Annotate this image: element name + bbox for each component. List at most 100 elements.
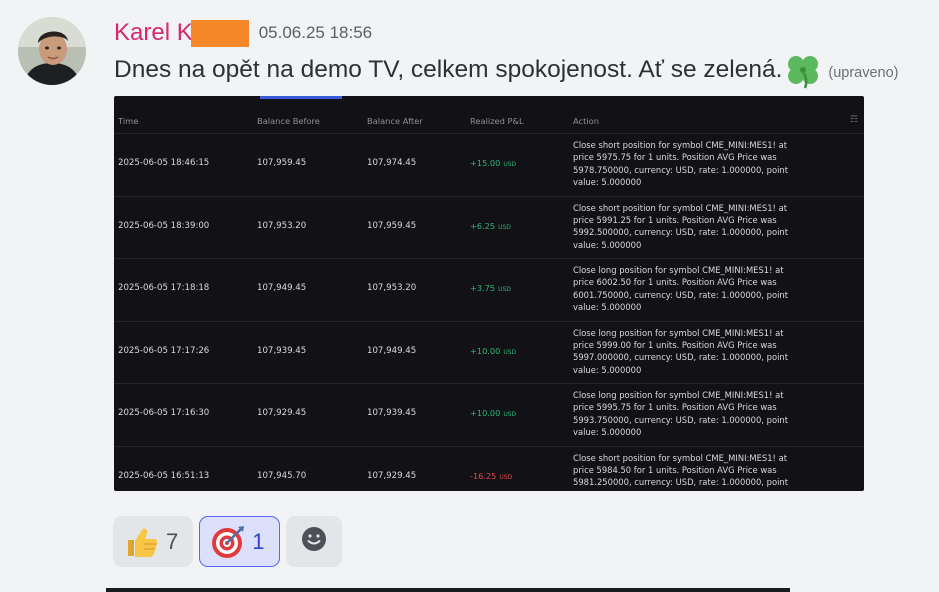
cell-balance-before: 107,945.70 — [257, 470, 307, 481]
cell-balance-after: 107,949.45 — [367, 345, 417, 356]
header-action: Action — [573, 116, 599, 126]
cell-balance-after: 107,929.45 — [367, 470, 417, 481]
header-balance-after: Balance After — [367, 116, 423, 126]
avatar[interactable] — [18, 17, 86, 85]
cell-time: 2025-06-05 17:18:18 — [118, 283, 210, 293]
action-line: Close long position for symbol CME_MINI:… — [573, 265, 784, 275]
four-leaf-clover-icon — [784, 51, 822, 89]
action-line: price 5991.25 for 1 units. Position AVG … — [573, 214, 777, 225]
action-line: Close long position for symbol CME_MINI:… — [573, 327, 784, 338]
reaction-thumbs-up[interactable]: 7 — [113, 516, 194, 567]
cell-balance-before: 107,939.45 — [257, 345, 307, 356]
direct-hit-icon — [210, 524, 246, 560]
reaction-bar: 7 1 — [113, 516, 342, 567]
action-line: Close short position for symbol CME_MINI… — [573, 202, 787, 213]
add-reaction-button[interactable] — [285, 516, 342, 567]
thumbs-up-icon — [124, 524, 160, 560]
action-line: value: 5.000000 — [573, 364, 642, 375]
pnl-value: +10.00 — [470, 345, 501, 356]
pnl-value: +3.75 — [470, 283, 496, 293]
table-row: 2025-06-05 18:39:00 107,953.20 107,959.45 +… — [114, 195, 864, 258]
action-line: price 5995.75 for 1 units. Position AVG … — [573, 402, 777, 413]
action-line: price 6002.50 for 1 units. Position AVG … — [573, 277, 777, 288]
cell-balance-before: 107,959.45 — [257, 158, 307, 168]
action-line: value: 5.000000 — [573, 177, 642, 188]
pnl-currency: USD — [498, 223, 511, 231]
redaction-box — [190, 19, 249, 47]
cell-time: 2025-06-05 16:51:13 — [118, 470, 210, 481]
reaction-count: 7 — [166, 528, 179, 554]
action-line: price 5984.50 for 1 units. Position AVG … — [573, 464, 777, 475]
cell-time: 2025-06-05 17:17:26 — [118, 345, 210, 356]
cell-balance-after: 107,974.45 — [367, 158, 417, 168]
action-line: price 5999.00 for 1 units. Position AVG … — [573, 339, 777, 350]
cell-action: Close long position for symbol CME_MINI:… — [573, 264, 813, 314]
pnl-currency: USD — [503, 161, 517, 168]
cell-realized-pnl: +6.25 USD — [470, 221, 511, 231]
message-timestamp: 05.06.25 18:56 — [258, 23, 373, 42]
action-line: Close short position for symbol CME_MINI… — [573, 140, 787, 150]
action-line: 5981.250000, currency: USD, rate: 1.0000… — [573, 477, 788, 488]
pnl-value: +15.00 — [470, 158, 501, 168]
cell-action: Close short position for symbol CME_MINI… — [573, 139, 813, 189]
table-row: 2025-06-05 17:17:26 107,939.45 107,949.45 +… — [114, 320, 864, 383]
table-row: 2025-06-05 17:18:18 107,949.45 107,953.20 +… — [114, 258, 864, 320]
pnl-currency: USD — [499, 473, 513, 481]
cell-action: Close short position for symbol CME_MINI… — [573, 202, 813, 252]
action-line: 5993.750000, currency: USD, rate: 1.0000… — [573, 414, 788, 425]
author-name[interactable]: Karel K — [114, 19, 193, 47]
action-line: Close short position for symbol CME_MINI… — [573, 452, 787, 463]
message-header: Karel K 05.06.25 18:56 — [114, 18, 372, 48]
cell-time: 2025-06-05 18:39:00 — [118, 220, 210, 231]
header-time: Time — [118, 116, 139, 126]
pnl-currency: USD — [503, 411, 517, 418]
cell-realized-pnl: +10.00 USD — [470, 408, 516, 418]
column-settings-icon: ☶ — [850, 114, 859, 124]
action-line: value: 5.000000 — [573, 427, 642, 438]
header-balance-before: Balance Before — [257, 116, 320, 126]
cell-balance-before: 107,929.45 — [257, 408, 307, 418]
cell-balance-before: 107,953.20 — [257, 220, 307, 231]
action-line: 5992.500000, currency: USD, rate: 1.0000… — [573, 227, 788, 238]
action-line: 5997.000000, currency: USD, rate: 1.0000… — [573, 352, 788, 363]
cell-time: 2025-06-05 17:16:30 — [118, 408, 210, 418]
pnl-currency: USD — [498, 286, 511, 293]
cell-realized-pnl: +3.75 USD — [470, 283, 511, 293]
cell-action: Close long position for symbol CME_MINI:… — [573, 389, 813, 439]
selected-tab-indicator — [260, 96, 342, 99]
pnl-currency: USD — [503, 348, 517, 356]
message-content: Dnes na opět na demo TV, celkem spokojen… — [114, 50, 899, 90]
header-realized-pnl: Realized P&L — [470, 116, 524, 126]
message-text: Dnes na opět na demo TV, celkem spokojen… — [114, 56, 783, 83]
action-line: price 5975.75 for 1 units. Position AVG … — [573, 152, 777, 163]
table-row: 2025-06-05 16:51:13 107,945.70 107,929.45 -… — [114, 445, 864, 492]
cell-balance-before: 107,949.45 — [257, 283, 307, 293]
next-image-attachment[interactable] — [106, 588, 790, 592]
action-line: value: 5.000000 — [573, 302, 642, 313]
action-line: 6001.750000, currency: USD, rate: 1.0000… — [573, 289, 788, 300]
pnl-value: -16.25 — [470, 470, 497, 481]
cell-realized-pnl: -16.25 USD — [470, 471, 512, 481]
action-line: Close long position for symbol CME_MINI:… — [573, 390, 784, 400]
reaction-count: 1 — [252, 528, 265, 554]
action-line: 5978.750000, currency: USD, rate: 1.0000… — [573, 164, 788, 175]
cell-time: 2025-06-05 18:46:15 — [118, 158, 210, 168]
image-attachment[interactable]: Time Balance Before Balance After Realiz… — [114, 96, 864, 491]
edited-label: (upraveno) — [828, 65, 899, 81]
cell-realized-pnl: +15.00 USD — [470, 158, 516, 168]
pnl-value: +6.25 — [470, 220, 496, 231]
cell-balance-after: 107,953.20 — [367, 283, 417, 293]
cell-action: Close long position for symbol CME_MINI:… — [573, 327, 813, 377]
cell-action: Close short position for symbol CME_MINI… — [573, 452, 813, 492]
smiley-icon — [300, 525, 328, 558]
pnl-value: +10.00 — [470, 408, 501, 418]
table-row: 2025-06-05 17:16:30 107,929.45 107,939.45 +… — [114, 383, 864, 445]
avatar-photo — [18, 17, 86, 85]
cell-balance-after: 107,939.45 — [367, 408, 417, 418]
table-row: 2025-06-05 18:46:15 107,959.45 107,974.45 +… — [114, 133, 864, 195]
action-line: value: 5.000000 — [573, 239, 642, 250]
cell-balance-after: 107,959.45 — [367, 220, 417, 231]
action-line: value: 5.000000 — [573, 489, 813, 491]
reaction-direct-hit[interactable]: 1 — [199, 516, 280, 567]
cell-realized-pnl: +10.00 USD — [470, 346, 516, 356]
